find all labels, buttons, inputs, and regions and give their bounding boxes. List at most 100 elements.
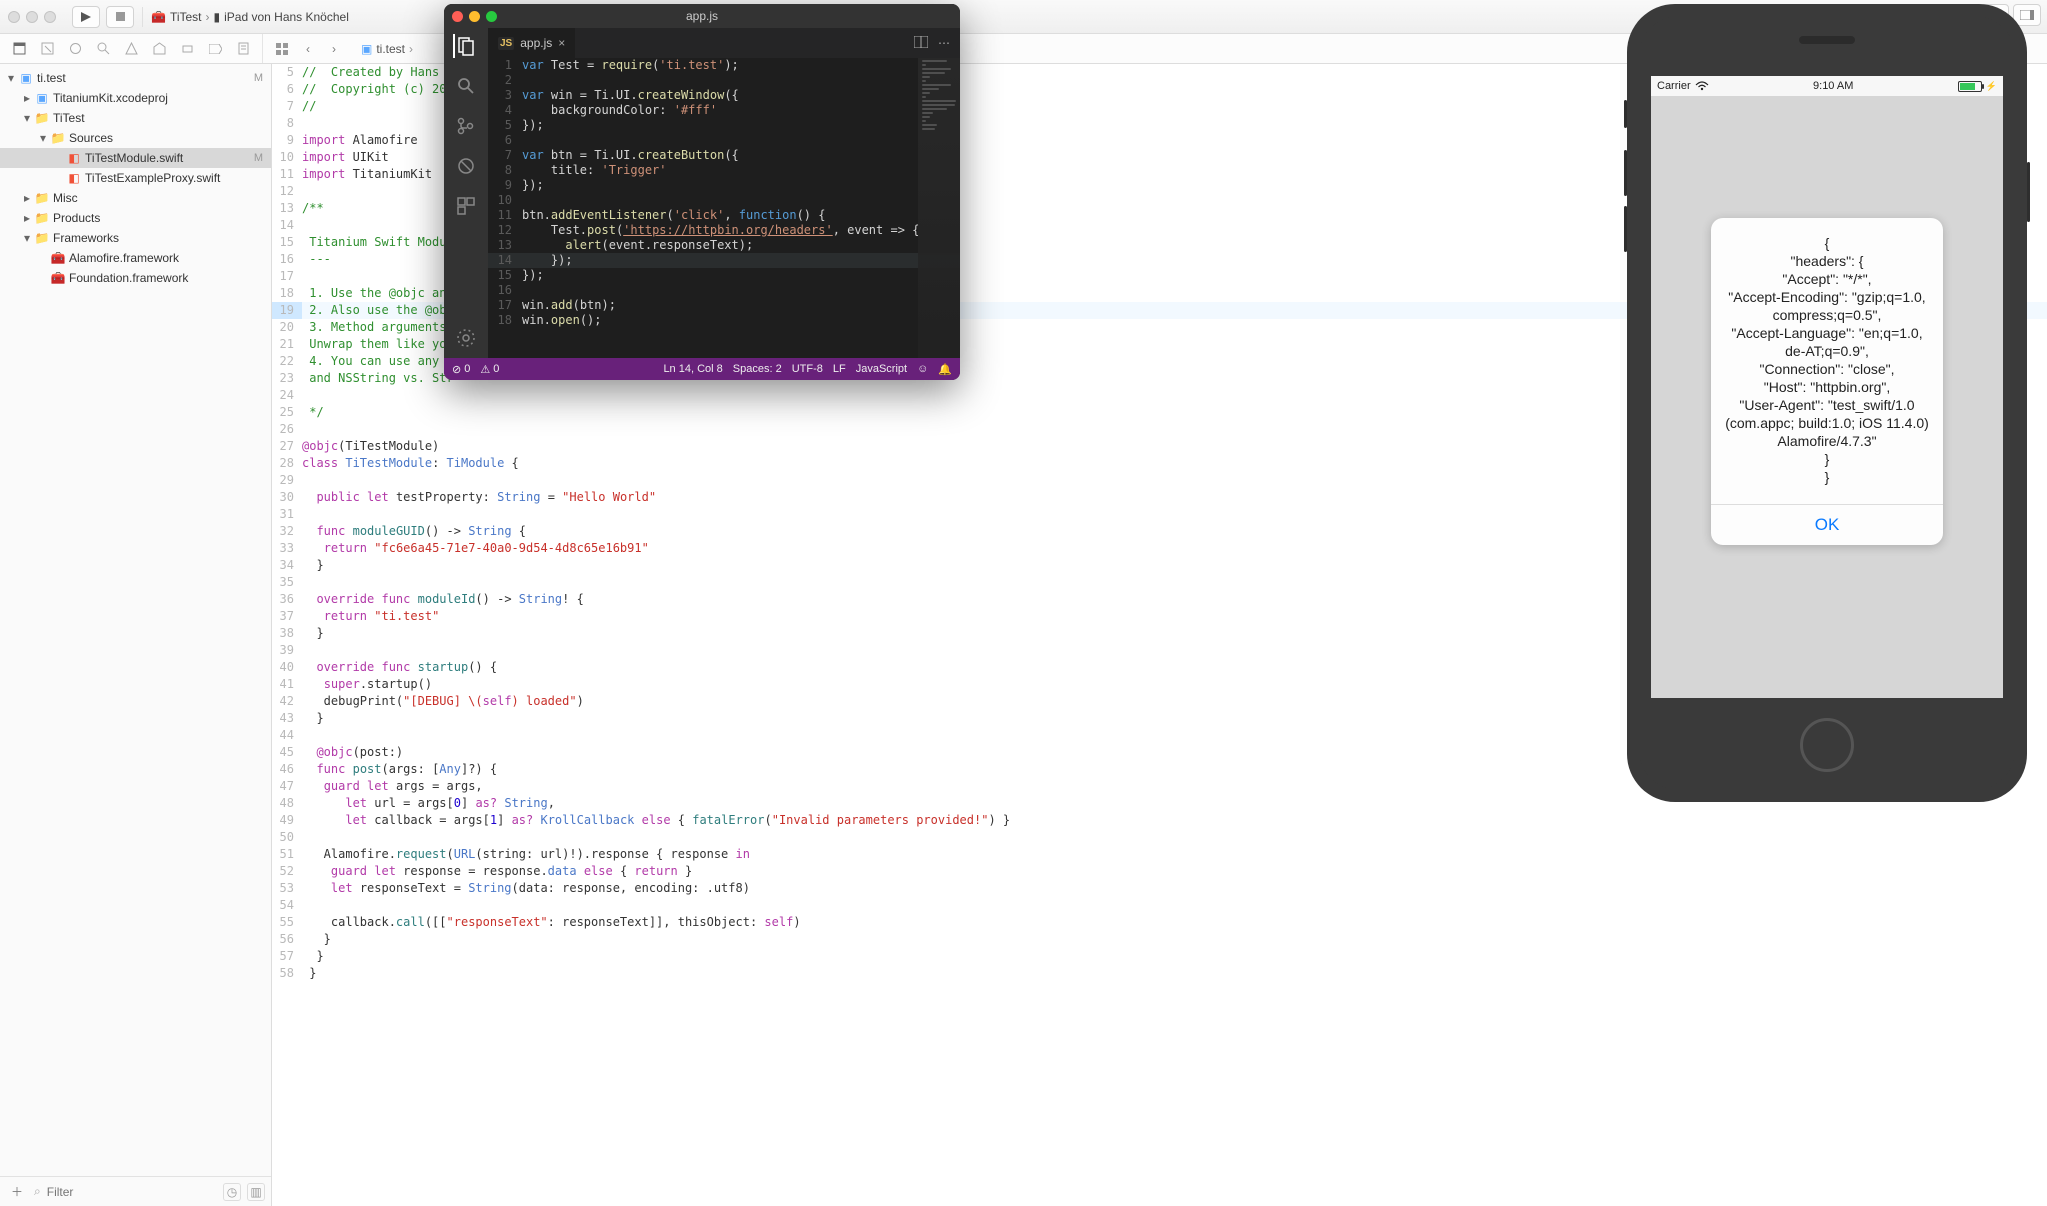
tree-item[interactable]: ▾📁TiTest <box>0 108 271 128</box>
git-icon[interactable] <box>454 114 478 138</box>
minimap[interactable] <box>918 58 960 358</box>
volume-down-button[interactable] <box>1624 206 1627 252</box>
folder-icon: 📁 <box>34 111 50 125</box>
minimize-window-icon[interactable] <box>26 11 38 23</box>
recent-filter-icon[interactable]: ◷ <box>223 1183 241 1201</box>
tree-item[interactable]: ▸📁Misc <box>0 188 271 208</box>
split-editor-icon[interactable] <box>914 36 928 50</box>
mute-switch[interactable] <box>1624 100 1627 128</box>
toolbox-icon: 🧰 <box>151 10 166 24</box>
eol[interactable]: LF <box>833 363 846 375</box>
framework-icon: 🧰 <box>50 251 66 265</box>
filter-input[interactable] <box>47 1185 217 1199</box>
cursor-position[interactable]: Ln 14, Col 8 <box>663 363 722 375</box>
gear-icon[interactable] <box>454 326 478 350</box>
chevron-right-icon: › <box>409 42 413 56</box>
power-button[interactable] <box>2027 162 2030 222</box>
stop-button[interactable] <box>106 6 134 28</box>
swift-file-icon: ◧ <box>66 151 82 165</box>
source-control-navigator-icon[interactable] <box>36 38 58 60</box>
extensions-icon[interactable] <box>454 194 478 218</box>
tree-item-label: Alamofire.framework <box>69 251 263 265</box>
project-navigator-icon[interactable] <box>8 38 30 60</box>
tree-item-label: TiTestModule.swift <box>85 151 250 165</box>
tree-item[interactable]: ◧TiTestExampleProxy.swift <box>0 168 271 188</box>
tree-item[interactable]: ▾📁Sources <box>0 128 271 148</box>
folder-icon: 📁 <box>34 231 50 245</box>
home-button[interactable] <box>1800 718 1854 772</box>
debug-icon[interactable] <box>454 154 478 178</box>
debug-navigator-icon[interactable] <box>176 38 198 60</box>
tab-close-icon[interactable]: × <box>558 36 565 50</box>
project-navigator: ▾ ▣ ti.test M ▸▣TitaniumKit.xcodeproj▾📁T… <box>0 64 272 1206</box>
warnings-count[interactable]: ⚠0 <box>480 363 499 376</box>
feedback-icon[interactable]: ☺ <box>917 363 928 375</box>
folder-icon: ▣ <box>361 42 372 56</box>
wifi-icon <box>1695 81 1709 91</box>
tree-item[interactable]: ▾📁Frameworks <box>0 228 271 248</box>
nav-back-icon[interactable]: ‹ <box>297 38 319 60</box>
project-root[interactable]: ▾ ▣ ti.test M <box>0 68 271 88</box>
jump-bar[interactable]: ▣ ti.test › <box>353 34 421 63</box>
volume-up-button[interactable] <box>1624 150 1627 196</box>
folder-icon: 📁 <box>50 131 66 145</box>
scheme-selector[interactable]: 🧰 TiTest › ▮ iPad von Hans Knöchel <box>151 10 349 24</box>
ios-alert: { "headers": { "Accept": "*/*", "Accept-… <box>1711 218 1943 545</box>
bell-icon[interactable]: 🔔 <box>938 363 952 376</box>
indent-setting[interactable]: Spaces: 2 <box>733 363 782 375</box>
clock: 9:10 AM <box>1813 80 1853 92</box>
scm-filter-icon[interactable]: ▥ <box>247 1183 265 1201</box>
errors-count[interactable]: ⊘0 <box>452 363 470 376</box>
tree-item-label: Frameworks <box>53 231 263 245</box>
tree-item[interactable]: ▸▣TitaniumKit.xcodeproj <box>0 88 271 108</box>
tree-item[interactable]: 🧰Alamofire.framework <box>0 248 271 268</box>
close-window-icon[interactable] <box>8 11 20 23</box>
vcs-status: M <box>250 152 263 164</box>
scheme-name: TiTest <box>170 10 202 24</box>
simulator-screen[interactable]: Carrier 9:10 AM ⚡ { "headers": { "Accept… <box>1651 76 2003 698</box>
ios-simulator: Carrier 9:10 AM ⚡ { "headers": { "Accept… <box>1627 4 2027 802</box>
explorer-icon[interactable] <box>453 34 477 58</box>
run-button[interactable] <box>72 6 100 28</box>
vscode-code-area[interactable]: 1var Test = require('ti.test');23var win… <box>488 58 960 358</box>
tree-item-label: TiTest <box>53 111 263 125</box>
related-items-icon[interactable] <box>271 38 293 60</box>
tab-label: app.js <box>520 36 552 50</box>
language-mode[interactable]: JavaScript <box>856 363 907 375</box>
tree-item-label: Foundation.framework <box>69 271 263 285</box>
xcode-project-icon: ▣ <box>18 71 34 85</box>
chevron-right-icon: › <box>206 10 210 24</box>
tree-item[interactable]: ◧TiTestModule.swiftM <box>0 148 271 168</box>
swift-file-icon: ◧ <box>66 171 82 185</box>
tree-item-label: TitaniumKit.xcodeproj <box>53 91 263 105</box>
file-tree[interactable]: ▾ ▣ ti.test M ▸▣TitaniumKit.xcodeproj▾📁T… <box>0 64 271 1176</box>
nav-forward-icon[interactable]: › <box>323 38 345 60</box>
find-navigator-icon[interactable] <box>92 38 114 60</box>
vscode-titlebar[interactable]: app.js <box>444 4 960 28</box>
vscode-window[interactable]: app.js JS app.js × ⋯ <box>444 4 960 380</box>
zoom-window-icon[interactable] <box>44 11 56 23</box>
tree-item[interactable]: ▸📁Products <box>0 208 271 228</box>
add-icon[interactable]: ＋ <box>6 1181 28 1203</box>
search-icon[interactable] <box>454 74 478 98</box>
js-file-icon: JS <box>498 37 514 50</box>
tree-item[interactable]: 🧰Foundation.framework <box>0 268 271 288</box>
vscode-activity-bar <box>444 28 488 358</box>
vscode-tab-appjs[interactable]: JS app.js × <box>488 28 575 58</box>
project-root-label: ti.test <box>37 71 250 85</box>
alert-ok-button[interactable]: OK <box>1711 504 1943 545</box>
more-actions-icon[interactable]: ⋯ <box>938 36 950 50</box>
report-navigator-icon[interactable] <box>232 38 254 60</box>
framework-icon: 🧰 <box>50 271 66 285</box>
carrier-label: Carrier <box>1657 80 1691 92</box>
alert-message: { "headers": { "Accept": "*/*", "Accept-… <box>1711 218 1943 504</box>
device-name: iPad von Hans Knöchel <box>224 10 349 24</box>
symbol-navigator-icon[interactable] <box>64 38 86 60</box>
tree-item-label: Products <box>53 211 263 225</box>
breakpoint-navigator-icon[interactable] <box>204 38 226 60</box>
issue-navigator-icon[interactable] <box>120 38 142 60</box>
test-navigator-icon[interactable] <box>148 38 170 60</box>
filter-icon: ⌕ <box>34 1184 41 1199</box>
editor-top-icons: ‹ › <box>263 34 353 63</box>
encoding[interactable]: UTF-8 <box>792 363 823 375</box>
